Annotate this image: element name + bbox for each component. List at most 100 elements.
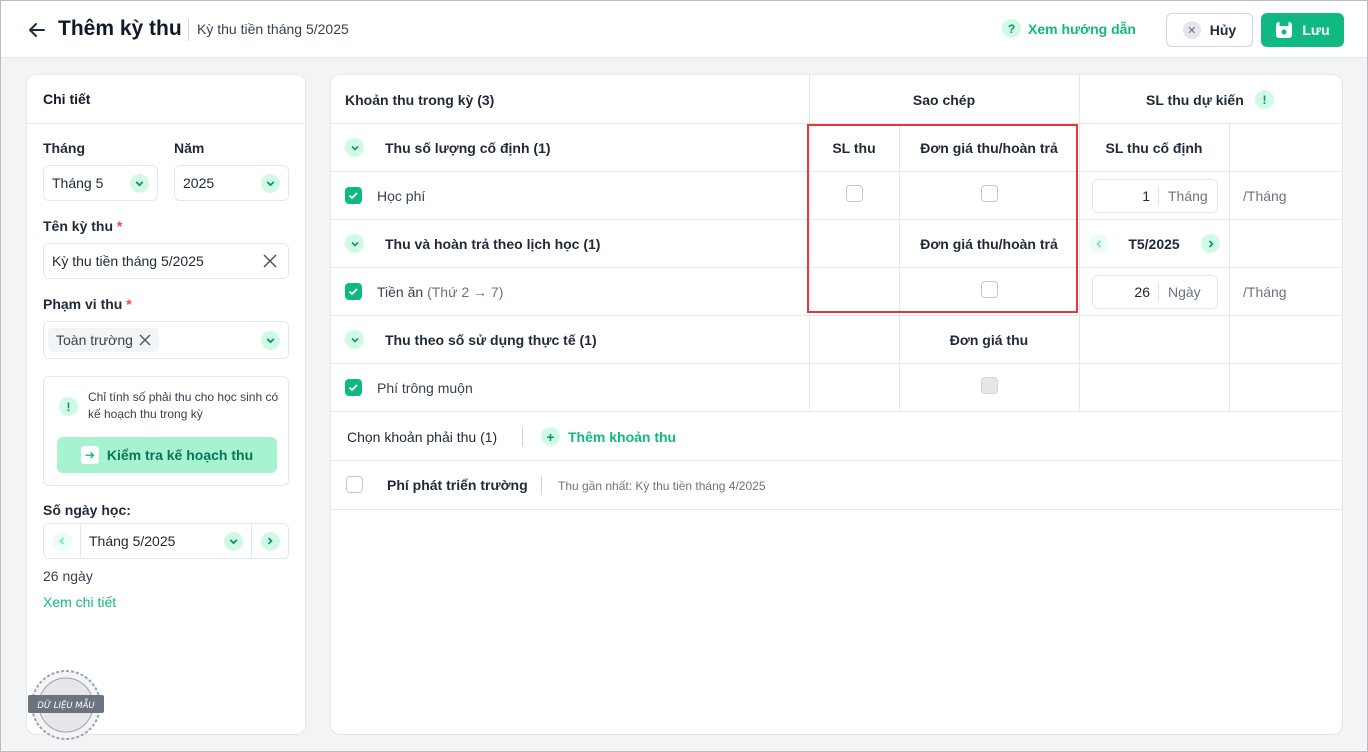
chevron-down-icon[interactable] xyxy=(345,234,364,253)
per-unit: /Tháng xyxy=(1243,188,1287,204)
school-days-label: Số ngày học: xyxy=(43,502,131,518)
item-name: Phí trông muộn xyxy=(377,380,473,396)
next-month-button[interactable] xyxy=(252,524,288,558)
month-select[interactable]: Tháng 5 xyxy=(43,165,158,201)
item-checkbox[interactable] xyxy=(345,379,362,396)
year-label: Năm xyxy=(174,140,205,156)
group-title: Thu theo số sử dụng thực tế (1) xyxy=(385,332,597,348)
col-divider xyxy=(1079,220,1080,268)
group-title: Thu và hoàn trả theo lịch học (1) xyxy=(385,236,601,252)
school-days-month-select[interactable]: Tháng 5/2025 xyxy=(80,524,252,558)
school-days-month-value: Tháng 5/2025 xyxy=(89,533,176,549)
arrow-left-icon[interactable] xyxy=(27,20,47,40)
top-bar: Thêm kỳ thu Kỳ thu tiền tháng 5/2025 ? X… xyxy=(1,1,1367,58)
chevron-right-icon xyxy=(260,531,280,551)
period-name-value: Kỳ thu tiền tháng 5/2025 xyxy=(52,253,204,269)
col-divider xyxy=(1079,75,1080,124)
col-divider xyxy=(1079,172,1080,220)
chevron-down-icon xyxy=(224,532,243,551)
per-unit: /Tháng xyxy=(1243,284,1287,300)
fixed-qty-input[interactable]: 1 Tháng xyxy=(1092,179,1218,213)
sample-data-stamp: DỮ LIỆU MẪU xyxy=(28,670,104,740)
year-select-value: 2025 xyxy=(183,175,215,191)
save-button[interactable]: Lưu xyxy=(1261,13,1344,47)
items-table: Khoản thu trong kỳ (3) Sao chép SL thu d… xyxy=(330,74,1343,735)
copy-price-checkbox[interactable] xyxy=(981,185,998,202)
items-header: Khoản thu trong kỳ (3) xyxy=(345,92,495,108)
chevron-right-icon[interactable] xyxy=(1201,234,1220,253)
item-checkbox[interactable] xyxy=(345,283,362,300)
qty-value: 26 xyxy=(1093,282,1159,302)
prev-month-button[interactable] xyxy=(44,524,80,558)
col-divider xyxy=(1079,364,1080,412)
group-row-schedule: Thu và hoàn trả theo lịch học (1) Đơn gi… xyxy=(331,220,1342,268)
col-divider xyxy=(1229,220,1230,268)
month-label: Tháng xyxy=(43,140,85,156)
help-link[interactable]: ? Xem hướng dẫn xyxy=(1002,19,1136,38)
col-price-label: Đơn giá thu/hoàn trả xyxy=(920,140,1058,156)
table-row: Tiền ăn (Thứ 2 → 7) 26 Ngày /Tháng xyxy=(331,268,1342,316)
info-icon[interactable]: ! xyxy=(1255,90,1274,109)
plus-icon: + xyxy=(541,427,560,446)
year-select[interactable]: 2025 xyxy=(174,165,289,201)
period-name-input[interactable]: Kỳ thu tiền tháng 5/2025 xyxy=(43,243,289,279)
col-divider xyxy=(899,268,900,316)
info-box: ! Chỉ tính số phải thu cho học sinh có k… xyxy=(43,376,289,486)
chevron-left-icon xyxy=(52,531,72,551)
col-divider xyxy=(1229,316,1230,364)
copy-price-checkbox xyxy=(981,377,998,394)
col-divider xyxy=(809,364,810,412)
scope-chip-label: Toàn trường xyxy=(56,332,133,348)
save-icon xyxy=(1276,22,1293,38)
remove-chip-icon[interactable] xyxy=(139,334,151,346)
col-divider xyxy=(1229,172,1230,220)
help-link-label: Xem hướng dẫn xyxy=(1028,20,1136,37)
page-subtitle: Kỳ thu tiền tháng 5/2025 xyxy=(197,21,349,37)
table-header-row: Khoản thu trong kỳ (3) Sao chép SL thu d… xyxy=(331,75,1342,124)
qty-unit: Ngày xyxy=(1168,284,1201,300)
chevron-down-icon[interactable] xyxy=(345,330,364,349)
group-row-usage: Thu theo số sử dụng thực tế (1) Đơn giá … xyxy=(331,316,1342,364)
add-item-button[interactable]: + Thêm khoản thu xyxy=(541,427,676,446)
col-divider xyxy=(1079,268,1080,316)
view-detail-link[interactable]: Xem chi tiết xyxy=(43,594,116,610)
clear-icon[interactable] xyxy=(262,253,278,269)
add-item-label: Thêm khoản thu xyxy=(568,428,677,445)
inline-divider xyxy=(541,476,542,495)
arrow-right-icon: ➔ xyxy=(80,446,99,464)
col-divider xyxy=(1229,268,1230,316)
scope-chip: Toàn trường xyxy=(48,328,159,352)
item-checkbox[interactable] xyxy=(345,187,362,204)
scope-select[interactable]: Toàn trường xyxy=(43,321,289,359)
col-divider xyxy=(899,364,900,412)
chevron-down-icon xyxy=(261,174,280,193)
days-qty-input[interactable]: 26 Ngày xyxy=(1092,275,1218,309)
cancel-button[interactable]: ✕ Hủy xyxy=(1166,13,1253,47)
choose-items-label: Chọn khoản phải thu (1) xyxy=(347,429,498,445)
period-name-label: Tên kỳ thu * xyxy=(43,218,123,234)
title-divider xyxy=(188,19,189,41)
table-row: Phí phát triển trường Thu gần nhất: Kỳ t… xyxy=(331,461,1342,510)
chevron-down-icon[interactable] xyxy=(345,138,364,157)
col-divider xyxy=(1079,316,1080,364)
details-heading: Chi tiết xyxy=(27,75,305,124)
group-row-fixed: Thu số lượng cố định (1) SL thu Đơn giá … xyxy=(331,124,1342,172)
item-name: Học phí xyxy=(377,188,426,204)
col-price-label: Đơn giá thu/hoàn trả xyxy=(920,236,1058,252)
question-icon: ? xyxy=(1002,19,1021,38)
optional-item-checkbox[interactable] xyxy=(346,476,363,493)
chevron-left-icon[interactable] xyxy=(1089,234,1108,253)
copy-sl-checkbox[interactable] xyxy=(846,185,863,202)
info-text: Chỉ tính số phải thu cho học sinh có kế … xyxy=(88,390,279,421)
qty-unit: Tháng xyxy=(1168,188,1208,204)
table-row: Phí trông muộn xyxy=(331,364,1342,412)
save-button-label: Lưu xyxy=(1302,22,1330,38)
check-plan-button[interactable]: ➔ Kiểm tra kế hoạch thu xyxy=(57,437,277,473)
school-days-month-nav: Tháng 5/2025 xyxy=(43,523,289,559)
table-row: Học phí 1 Tháng /Tháng xyxy=(331,172,1342,220)
col-divider xyxy=(899,172,900,220)
group-title: Thu số lượng cố định (1) xyxy=(385,140,551,156)
copy-price-checkbox[interactable] xyxy=(981,281,998,298)
details-panel: Chi tiết Tháng Tháng 5 Năm 2025 Tên kỳ t… xyxy=(26,74,306,740)
page-title: Thêm kỳ thu xyxy=(58,17,182,40)
